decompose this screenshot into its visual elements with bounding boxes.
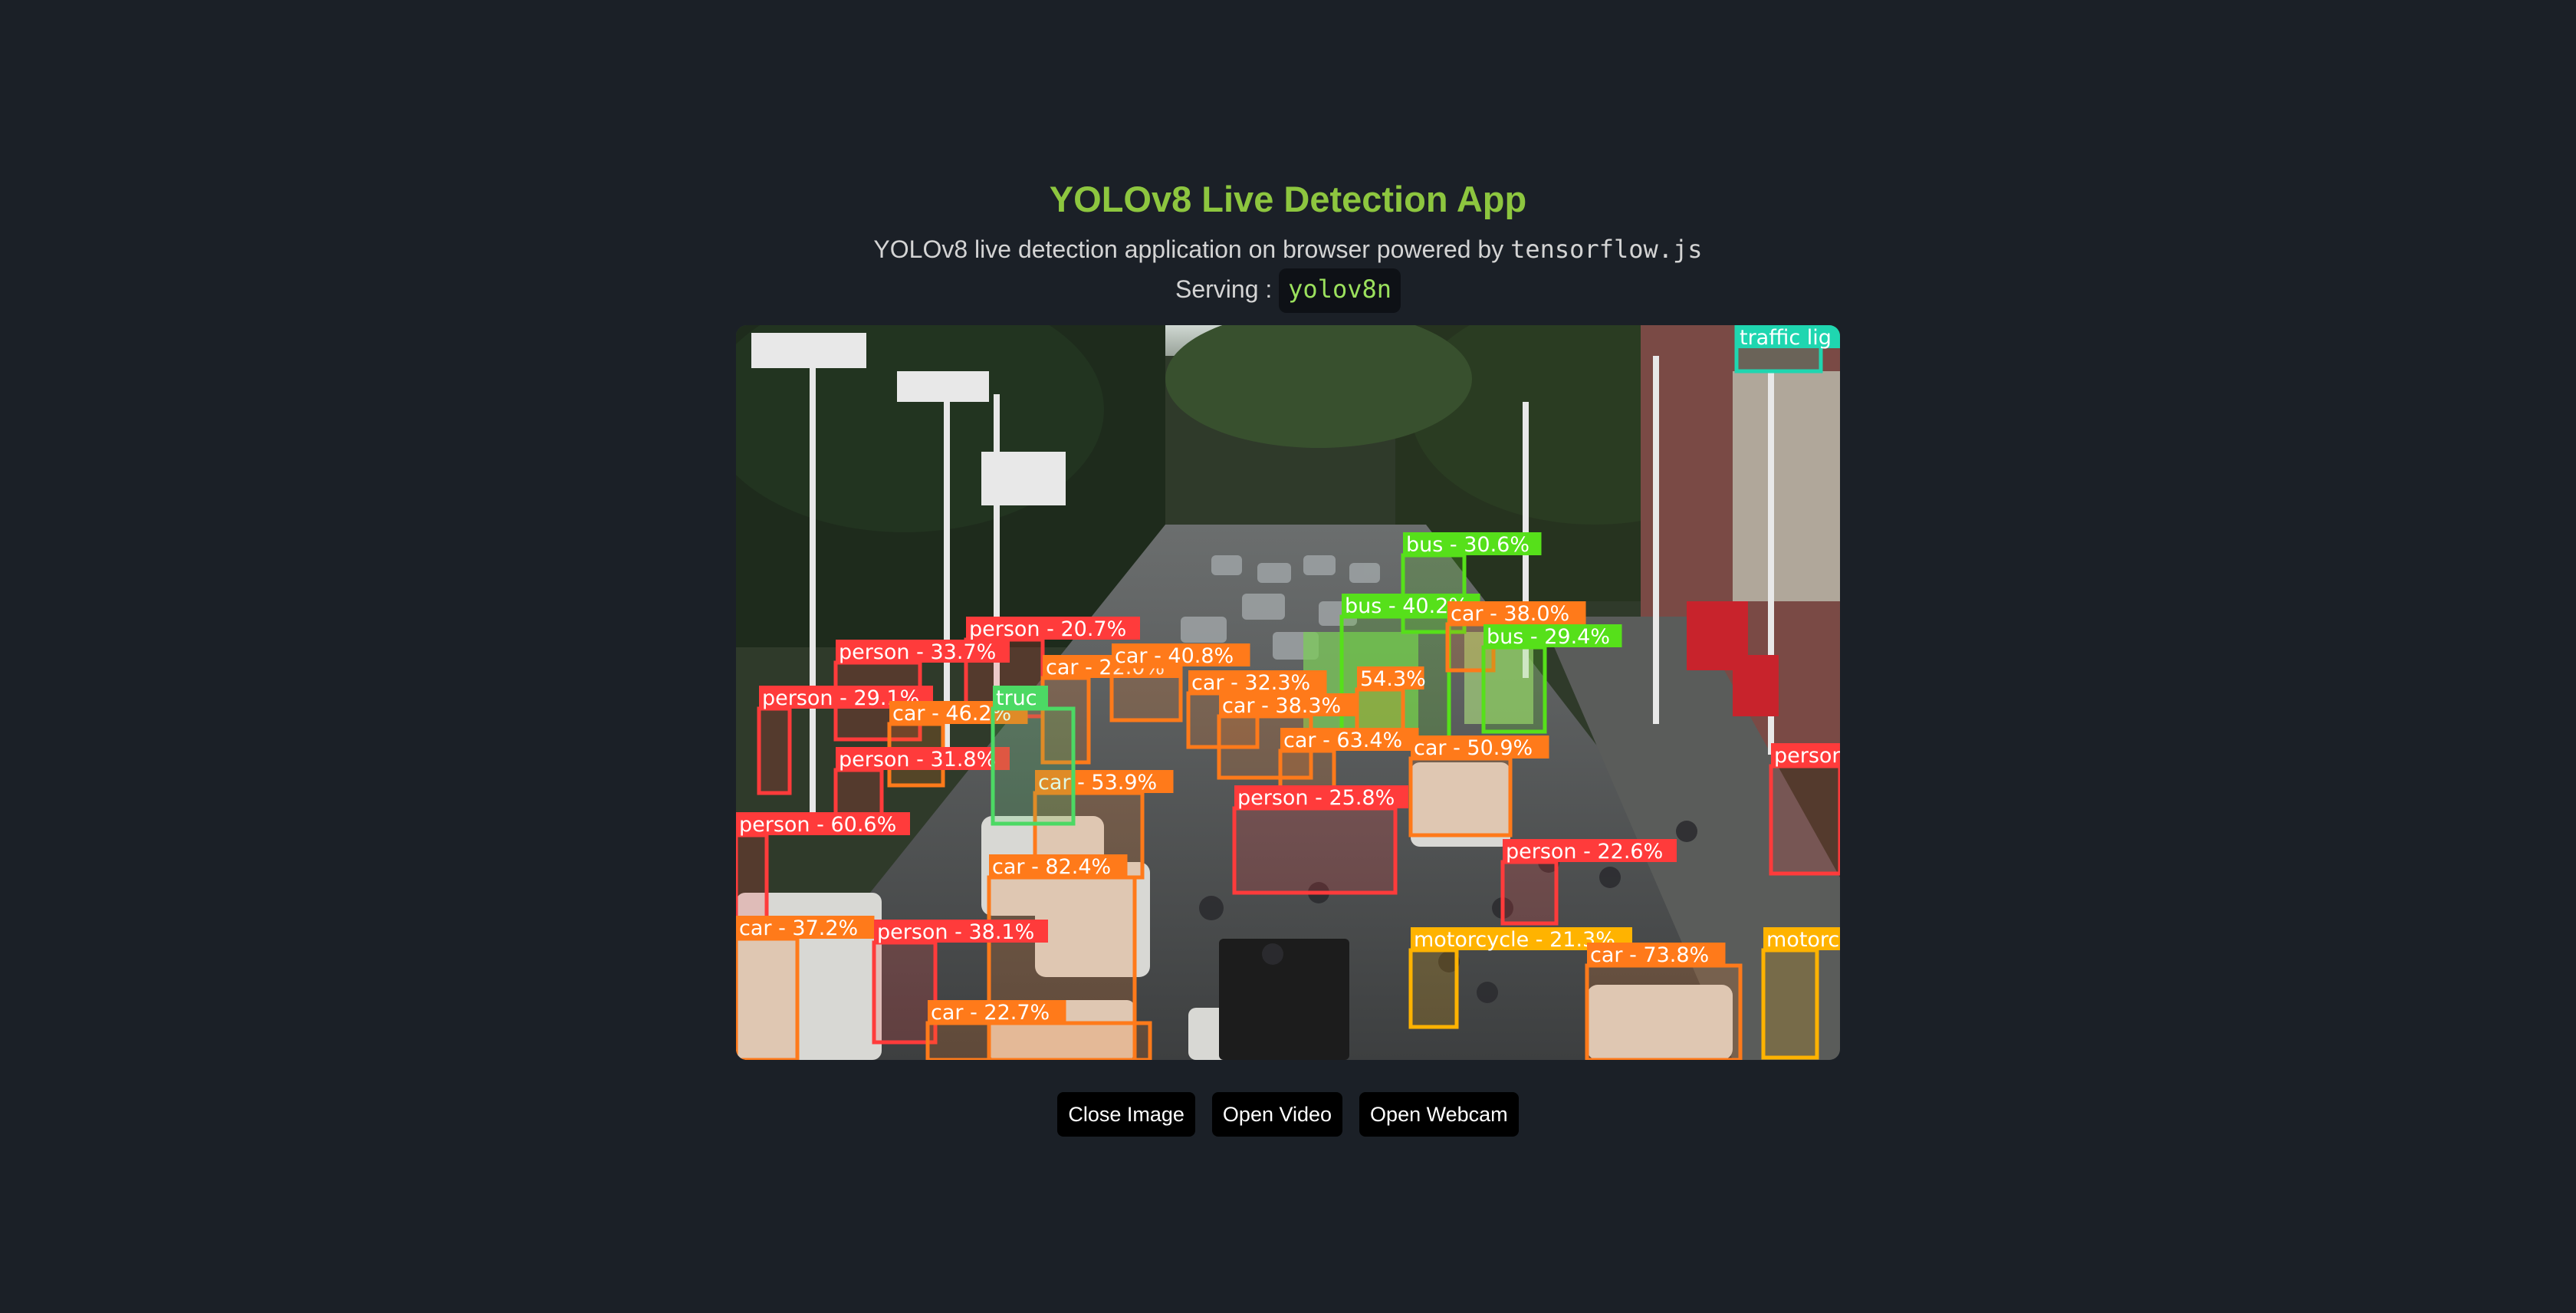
detection-label: car - 50.9% [1414, 736, 1533, 760]
subtitle-code: tensorflow.js [1510, 235, 1703, 264]
detection-box-car: car - 73.8% [1585, 943, 1743, 1060]
close-image-button[interactable]: Close Image [1057, 1092, 1195, 1137]
detection-label: person - 25.8% [1237, 786, 1395, 810]
detection-label: person - 60.6% [739, 813, 896, 837]
detection-image: bus - 30.6%bus - 40.2%car - 38.0%bus - 2… [736, 325, 1840, 1060]
detection-label: person - 33.7% [839, 640, 996, 664]
page-subtitle: YOLOv8 live detection application on bro… [0, 230, 2576, 268]
detection-label: car - 63.4% [1283, 729, 1402, 752]
detection-box-outline [736, 936, 800, 1060]
detection-label: motorc [1766, 928, 1839, 952]
detection-box-outline [1408, 948, 1459, 1029]
detection-box-outline [1769, 764, 1840, 876]
detection-box-person: person [1769, 743, 1840, 876]
detection-label: 54.3% [1360, 667, 1426, 691]
detection-label: person - 38.1% [877, 920, 1034, 944]
detection-label: truc [996, 686, 1037, 710]
detection-box-outline [1585, 963, 1743, 1060]
detection-label: bus - 29.4% [1487, 625, 1610, 649]
detection-box-outline [1232, 806, 1398, 895]
serving-label: Serving : [1175, 275, 1273, 303]
detection-label: car - 82.4% [992, 855, 1111, 879]
detection-label: car - 32.3% [1191, 671, 1310, 695]
detection-box-outline [1481, 645, 1547, 734]
detection-box-outline [1500, 860, 1559, 926]
detection-label: car - 38.3% [1222, 694, 1341, 718]
open-video-button[interactable]: Open Video [1211, 1092, 1343, 1137]
detection-label: car - 37.2% [739, 916, 858, 940]
open-webcam-button[interactable]: Open Webcam [1359, 1092, 1519, 1137]
control-bar: Close Image Open Video Open Webcam [0, 1092, 2576, 1137]
detection-box-outline [1109, 664, 1183, 722]
detection-box-outline [757, 706, 792, 795]
detection-label: car - 38.0% [1451, 602, 1569, 626]
detection-label: person [1774, 744, 1840, 768]
detection-label: bus - 30.6% [1406, 533, 1530, 557]
app-page: YOLOv8 Live Detection App YOLOv8 live de… [0, 0, 2576, 1313]
serving-line: Serving : yolov8n [0, 268, 2576, 313]
detection-label: traffic lig [1740, 326, 1832, 350]
detection-image-viewer: bus - 30.6% bus - 40.2% car - 38.0% bus - 2… [736, 325, 1840, 1060]
detection-label: car - 22.7% [931, 1001, 1050, 1025]
detection-label: motorcycle - 21.3% [1414, 928, 1615, 952]
detection-label: person - 22.6% [1506, 840, 1663, 864]
page-title: YOLOv8 Live Detection App [1049, 179, 1527, 219]
detection-box-outline [925, 1021, 1152, 1060]
detection-box-outline [1761, 948, 1819, 1060]
detection-box-person: person - 25.8% [1232, 785, 1408, 895]
header: YOLOv8 Live Detection App YOLOv8 live de… [0, 169, 2576, 313]
detection-label: person - 31.8% [839, 748, 996, 772]
detection-box-outline [1408, 756, 1513, 837]
detection-label: person - 20.7% [969, 617, 1126, 641]
detection-box-outline [991, 706, 1076, 826]
subtitle-text: YOLOv8 live detection application on bro… [873, 235, 1504, 263]
detection-label: car - 40.8% [1115, 644, 1234, 668]
detection-label: car - 73.8% [1590, 943, 1709, 967]
model-name-badge: yolov8n [1279, 268, 1401, 313]
detection-box-outline [833, 768, 884, 818]
